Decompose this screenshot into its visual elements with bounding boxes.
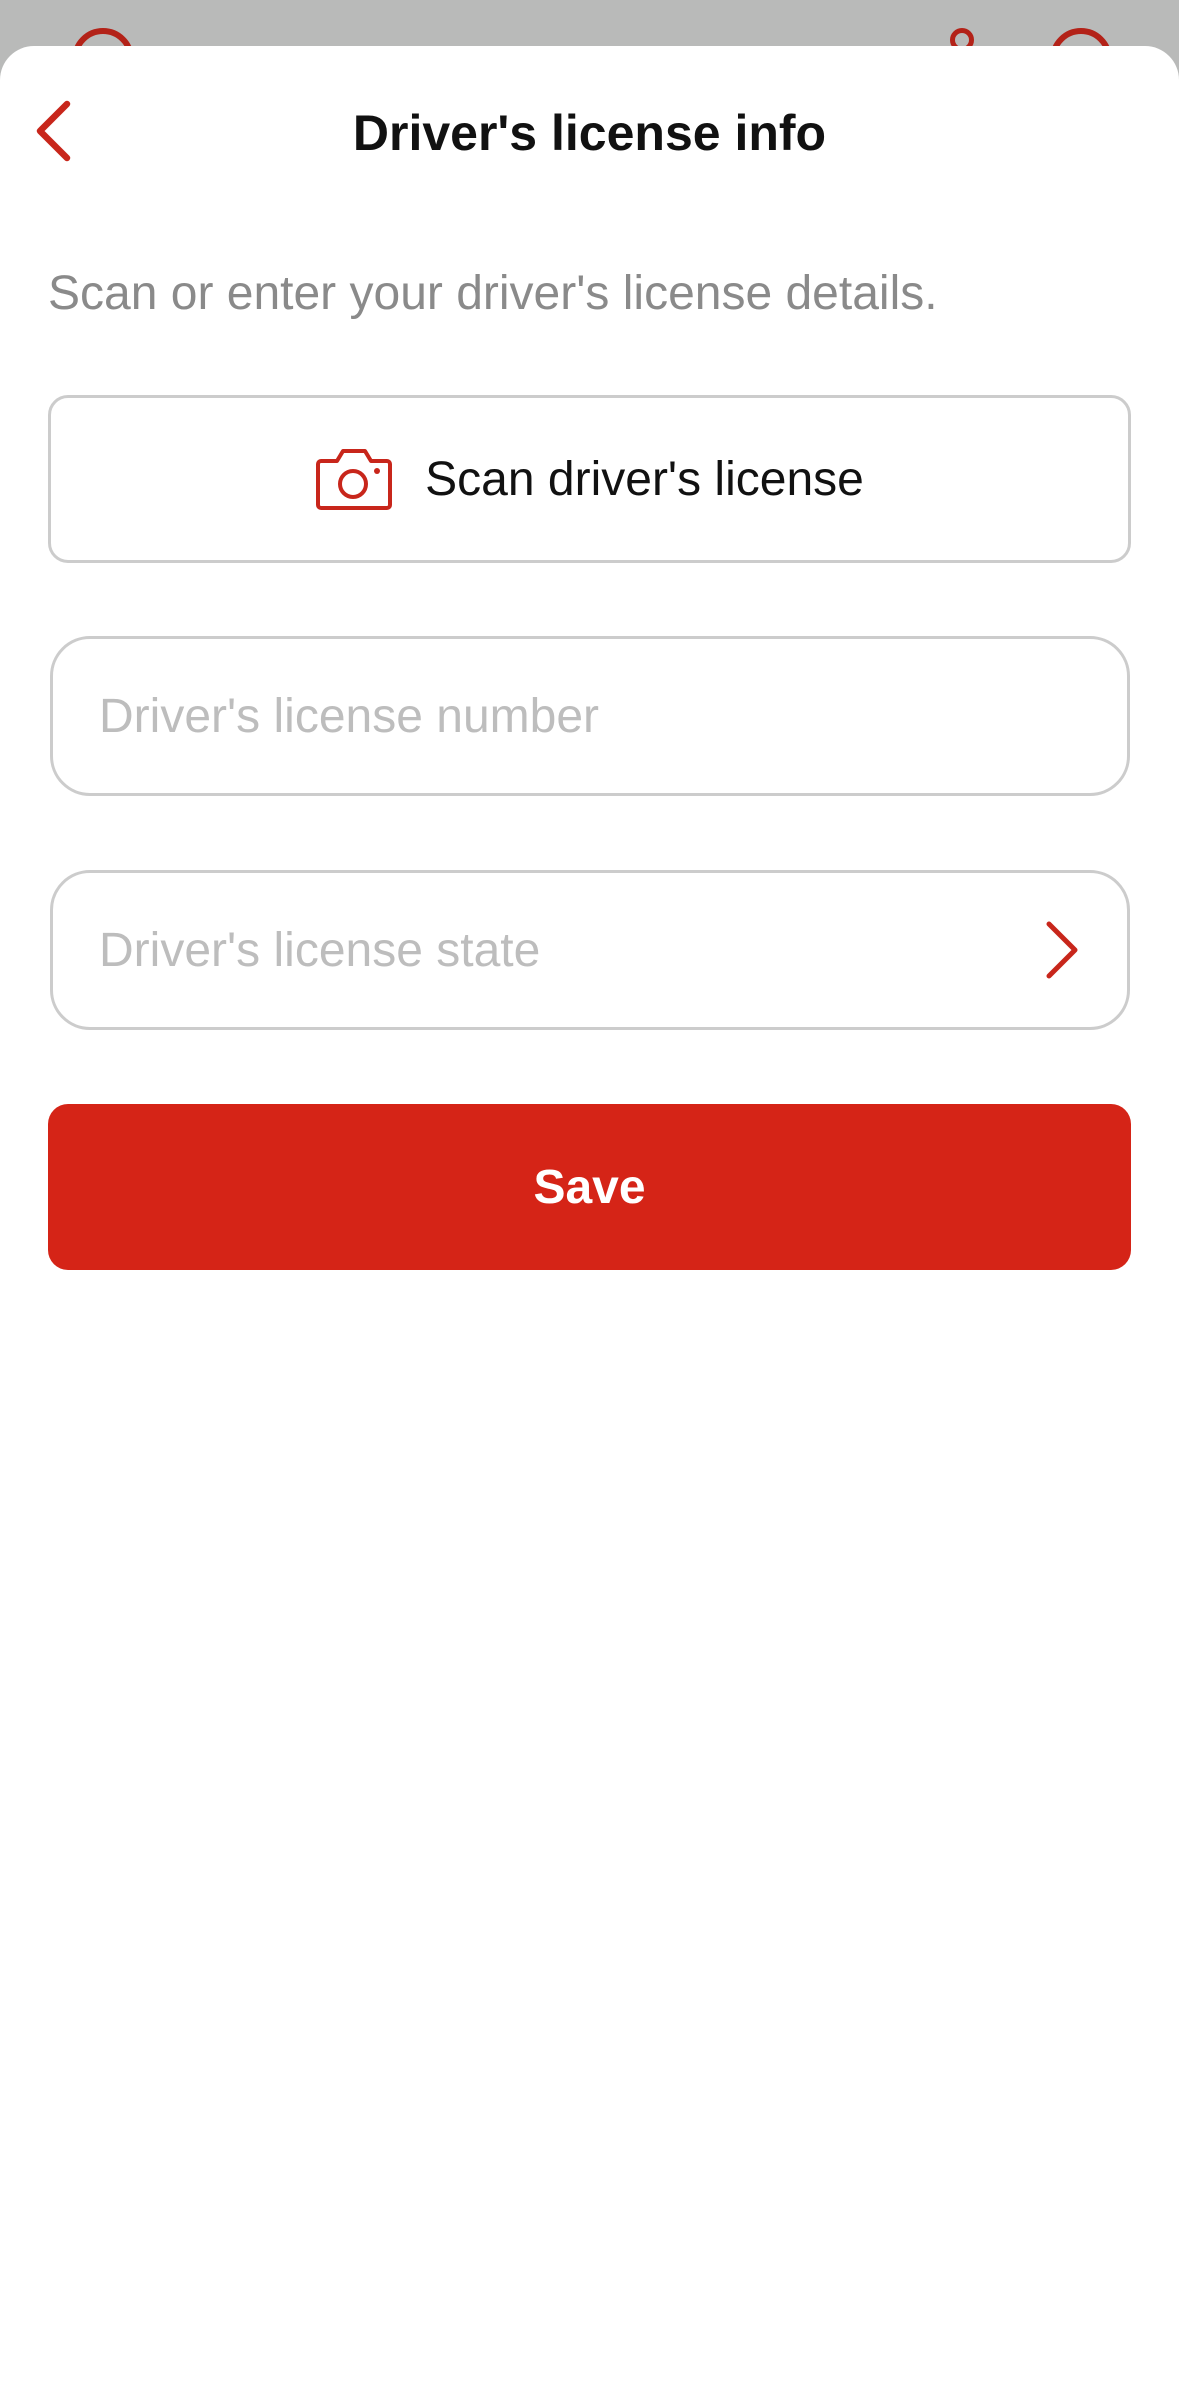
- page-title: Driver's license info: [352, 105, 827, 161]
- save-button-label: Save: [533, 1160, 646, 1214]
- header: Driver's license info: [0, 46, 1179, 216]
- modal-sheet: Driver's license info Scan or enter your…: [0, 46, 1179, 2396]
- license-state-placeholder: Driver's license state: [99, 923, 541, 977]
- license-state-selector[interactable]: Driver's license state: [50, 870, 1130, 1030]
- camera-icon: [316, 449, 393, 510]
- license-number-field[interactable]: [50, 636, 1130, 796]
- save-button[interactable]: Save: [48, 1104, 1131, 1270]
- scan-license-label: Scan driver's license: [425, 452, 864, 506]
- instructions-text: Scan or enter your driver's license deta…: [48, 267, 938, 320]
- chevron-right-icon: [1046, 921, 1078, 979]
- scan-license-button[interactable]: Scan driver's license: [48, 395, 1131, 563]
- license-number-input[interactable]: [53, 639, 1127, 793]
